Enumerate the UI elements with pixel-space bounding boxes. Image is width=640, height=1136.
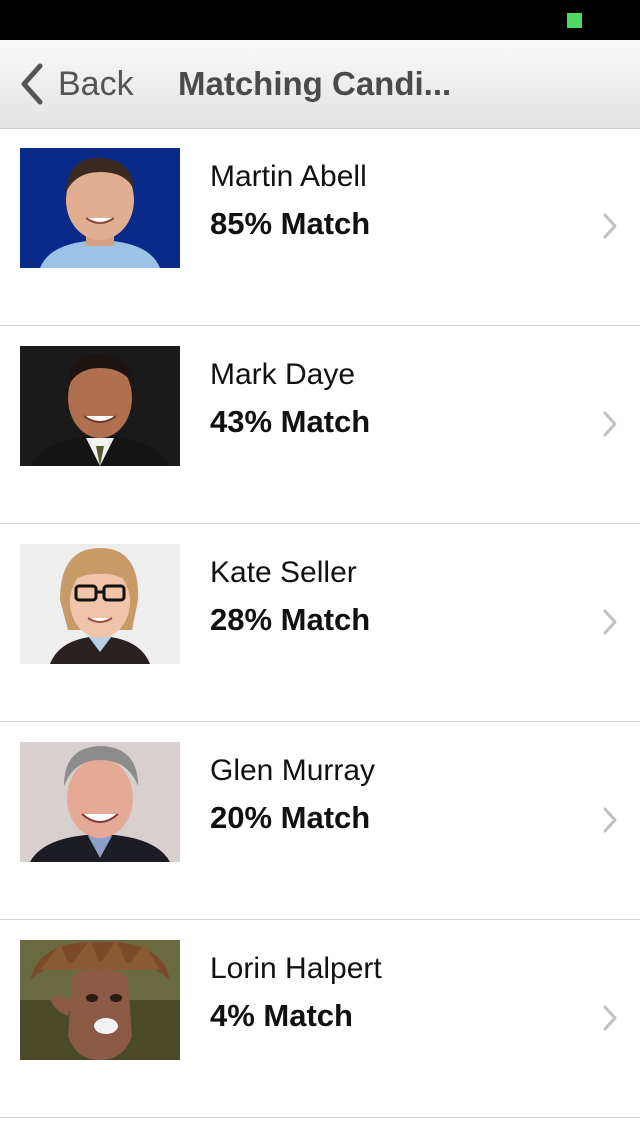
chevron-right-icon (603, 213, 617, 239)
candidate-name: Lorin Halpert (210, 952, 382, 985)
list-item[interactable]: Glen Murray 20% Match (0, 722, 640, 920)
list-item[interactable]: Kate Seller 28% Match (0, 524, 640, 722)
match-percentage: 85% Match (210, 206, 371, 241)
candidate-list: Martin Abell 85% Match Mark Daye 43% Mat… (0, 128, 640, 1118)
match-percentage: 28% Match (210, 602, 371, 637)
candidate-photo (20, 544, 180, 664)
candidate-name: Kate Seller (210, 556, 357, 589)
page-title: Matching Candi... (178, 65, 452, 102)
chevron-right-icon (603, 1005, 617, 1031)
candidate-photo (20, 940, 180, 1060)
candidate-name: Mark Daye (210, 358, 356, 391)
back-label: Back (58, 64, 134, 103)
match-percentage: 4% Match (210, 998, 353, 1033)
chevron-left-icon (21, 63, 43, 105)
back-button[interactable]: Back (18, 40, 134, 128)
list-item[interactable]: Martin Abell 85% Match (0, 128, 640, 326)
candidate-photo (20, 742, 180, 862)
match-percentage: 20% Match (210, 800, 371, 835)
navigation-bar: Back Matching Candi... (0, 40, 640, 129)
list-item[interactable]: Mark Daye 43% Match (0, 326, 640, 524)
chevron-right-icon (603, 411, 617, 437)
status-indicator-icon (567, 13, 582, 28)
match-percentage: 43% Match (210, 404, 371, 439)
status-bar (0, 0, 640, 40)
candidate-photo (20, 346, 180, 466)
list-item[interactable]: Lorin Halpert 4% Match (0, 920, 640, 1118)
chevron-right-icon (603, 807, 617, 833)
chevron-right-icon (603, 609, 617, 635)
candidate-photo (20, 148, 180, 268)
candidate-name: Martin Abell (210, 160, 367, 193)
candidate-name: Glen Murray (210, 754, 376, 787)
